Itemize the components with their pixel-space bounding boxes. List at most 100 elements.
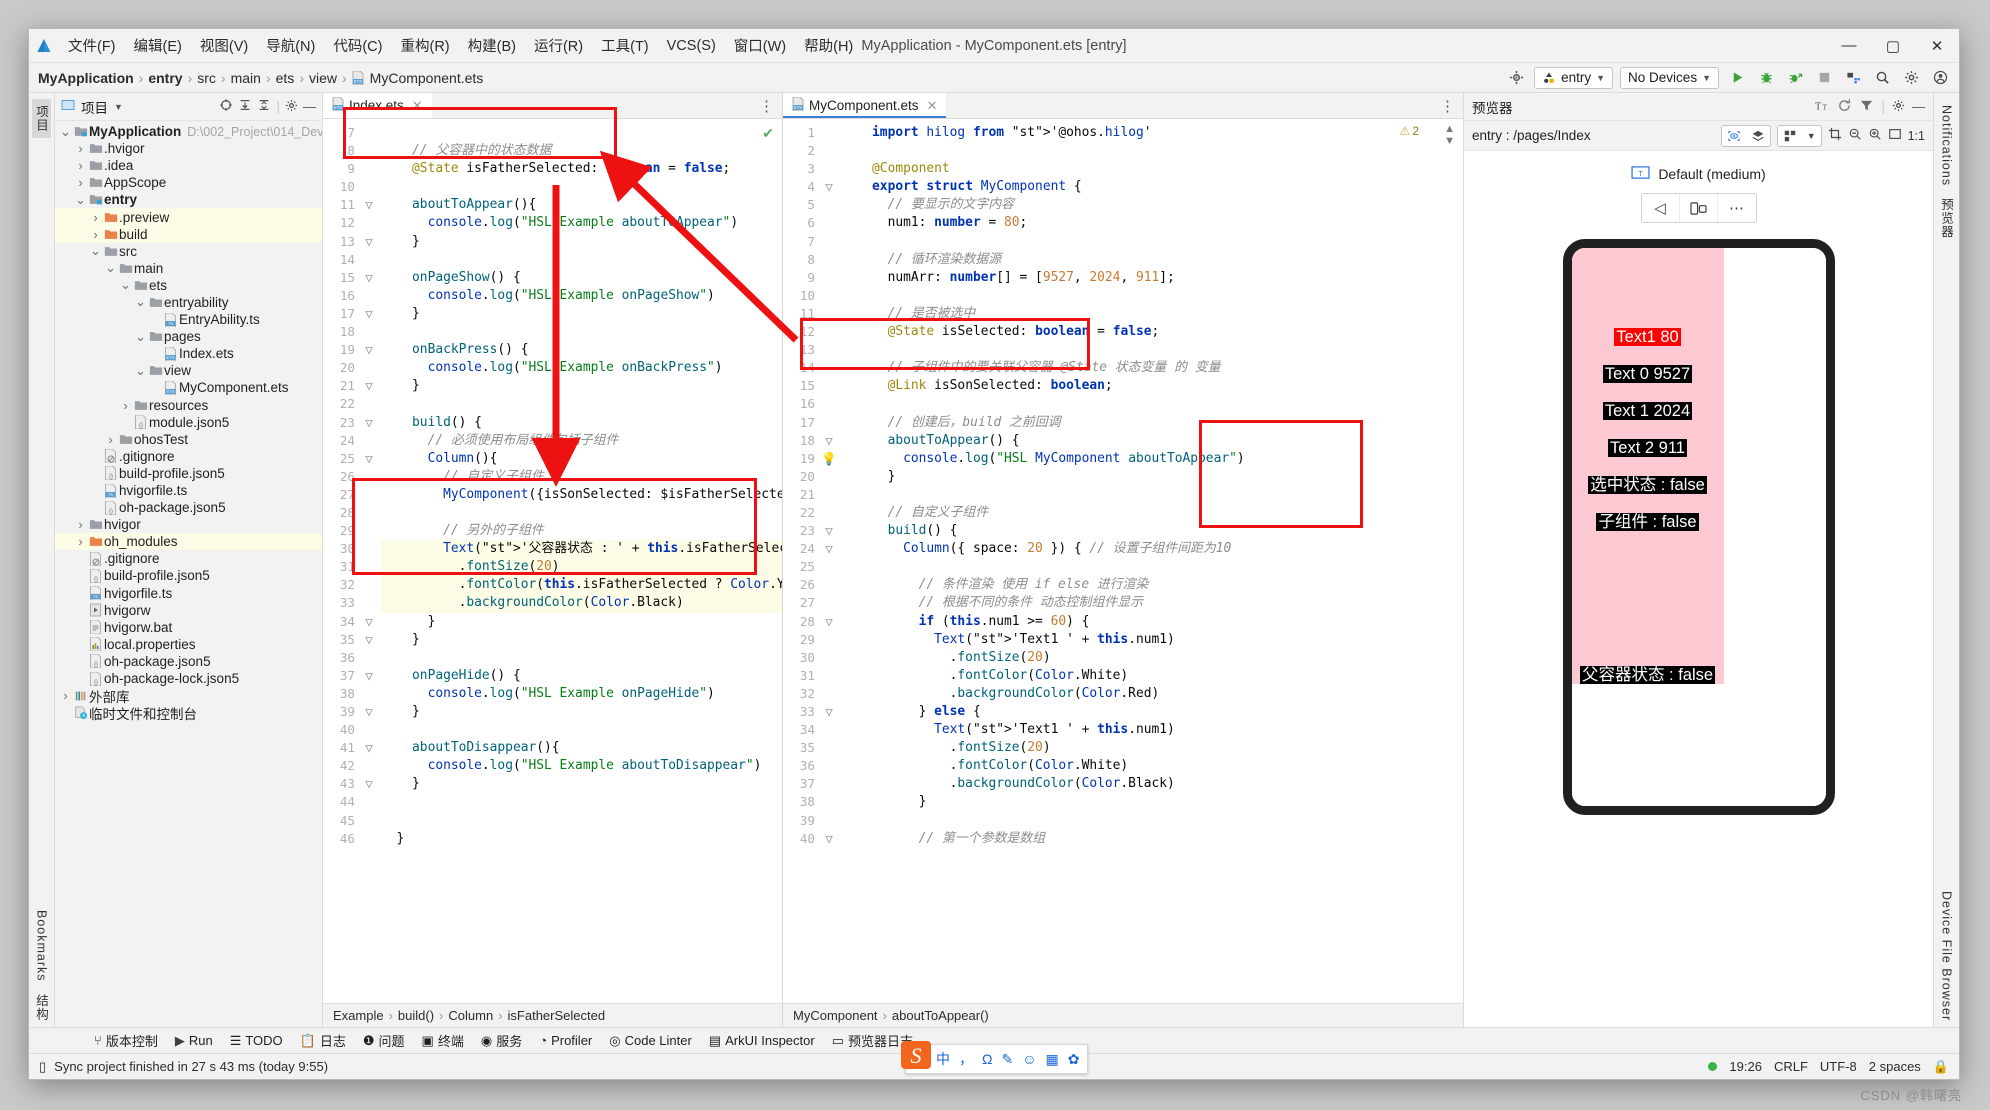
fold-marker[interactable] [361,793,377,811]
gear-icon[interactable] [1892,99,1905,115]
breadcrumb-ets[interactable]: ets [273,70,298,86]
code-line[interactable]: // 创建后，build 之前回调 [841,414,1463,432]
ime-symbols[interactable]: Ω [982,1051,992,1067]
tree-item-main[interactable]: ⌄ main [55,260,322,277]
toolwin-run[interactable]: ▶ Run [168,1031,220,1051]
fold-marker[interactable] [821,233,837,251]
code-line[interactable]: @State isFatherSelected: boolean = false… [381,160,782,178]
fold-marker[interactable]: ▽ [361,631,377,649]
fold-marker[interactable] [821,558,837,576]
fold-marker[interactable] [361,214,377,232]
menu-edit[interactable]: 编辑(E) [125,33,191,58]
tree-item-myapplication[interactable]: ⌄ MyApplication D:\002_Project\014_DevEcoS… [55,123,322,140]
tree-item-ohostest[interactable]: › ohosTest [55,431,322,448]
close-button[interactable]: ✕ [1915,29,1959,63]
toolwin-code-linter[interactable]: ◎ Code Linter [602,1031,699,1051]
code-line[interactable]: console.log("HSL Example onPageShow") [381,287,782,305]
chevron-down-icon[interactable]: ⌄ [59,124,72,140]
ime-keyboard-icon[interactable]: ▦ [1046,1051,1059,1068]
fold-marker[interactable] [821,287,837,305]
fold-marker[interactable]: ▽ [361,739,377,757]
code-line[interactable]: .fontColor(Color.White) [841,667,1463,685]
editor-options-icon[interactable]: ⋮ [1432,93,1463,118]
fold-marker[interactable] [361,757,377,775]
close-icon[interactable]: ✕ [412,98,423,114]
fold-marker[interactable] [821,739,837,757]
toolwin-terminal[interactable]: ▣ 终端 [415,1029,471,1052]
search-icon[interactable] [1871,67,1893,89]
menu-navigate[interactable]: 导航(N) [257,33,324,58]
target-locate-icon[interactable] [1505,67,1527,89]
expand-all-icon[interactable] [238,98,252,115]
fold-marker[interactable] [361,142,377,160]
code-line[interactable] [381,812,782,830]
tree-item-build-profile-json5[interactable]: {} build-profile.json5 [55,465,322,482]
collapse-all-icon[interactable] [257,98,271,115]
select-opened-file-icon[interactable] [219,98,233,115]
fold-marker[interactable] [821,142,837,160]
code-line[interactable]: } [381,830,782,848]
fold-marker[interactable] [361,558,377,576]
code-line[interactable]: // 第一个参数是数组 [841,830,1463,848]
zoom-out-icon[interactable] [1848,127,1862,144]
ime-punctuation[interactable]: ， [959,1049,973,1069]
tree-item-oh-package-lock-json5[interactable]: {} oh-package-lock.json5 [55,670,322,687]
code-line[interactable]: num1: number = 80; [841,214,1463,232]
tree-item-[interactable]: › 外部库 [55,687,322,705]
filter-icon[interactable] [1859,98,1874,116]
tree-item-[interactable]: 临时文件和控制台 [55,704,322,722]
device-manager-icon[interactable] [1842,67,1864,89]
code-line[interactable]: } [381,631,782,649]
code-line[interactable]: Text("st">'Text1 ' + this.num1) [841,631,1463,649]
chevron-right-icon[interactable]: › [104,432,117,447]
tree-item-gitignore[interactable]: .gitignore [55,550,322,567]
stop-button[interactable] [1813,67,1835,89]
fold-marker[interactable]: ▽ [821,830,837,848]
fold-marker[interactable] [361,486,377,504]
fold-marker[interactable] [821,196,837,214]
tree-item-view[interactable]: ⌄ view [55,362,322,379]
fold-marker[interactable] [821,576,837,594]
fold-marker[interactable] [361,685,377,703]
tree-item-entryability-ts[interactable]: TS EntryAbility.ts [55,311,322,328]
fold-marker[interactable]: ▽ [361,233,377,251]
tree-item-entry[interactable]: ⌄ entry [55,191,322,208]
fold-marker[interactable] [821,214,837,232]
fold-marker[interactable] [821,721,837,739]
tree-item-src[interactable]: ⌄ src [55,243,322,260]
text-size-icon[interactable]: TT [1815,98,1830,116]
rail-item-project[interactable]: 项目 [32,99,51,138]
code-content-left[interactable]: // 父容器中的状态数据 @State isFatherSelected: bo… [377,119,782,1003]
tree-item-oh-package-json5[interactable]: {} oh-package.json5 [55,499,322,516]
rail-item-previewer[interactable]: 预览器 [1937,192,1956,245]
tree-item-ets[interactable]: ⌄ ets [55,277,322,294]
rotate-icon[interactable] [1680,194,1718,222]
debug-button[interactable] [1755,67,1777,89]
toolwin-profiler[interactable]: ◔ Profiler [532,1031,599,1050]
chevron-right-icon[interactable]: › [89,227,102,242]
code-line[interactable]: .fontSize(20) [841,649,1463,667]
menu-build[interactable]: 构建(B) [459,33,525,58]
chevron-right-icon[interactable]: › [74,534,87,549]
more-options-button[interactable]: ⋯ [1718,194,1756,222]
fold-marker[interactable]: ▽ [361,305,377,323]
breadcrumb-entry[interactable]: entry [145,70,185,86]
fold-marker[interactable]: ▽ [821,522,837,540]
menu-tools[interactable]: 工具(T) [592,33,658,58]
code-line[interactable] [841,341,1463,359]
tree-item-module-json5[interactable]: {} module.json5 [55,414,322,431]
code-line[interactable]: } [381,775,782,793]
breadcrumb-myapplication[interactable]: MyApplication [35,70,137,86]
chevron-down-icon[interactable]: ⌄ [134,363,147,379]
fold-marker[interactable] [361,323,377,341]
code-line[interactable]: Text("st">'Text1 ' + this.num1) [841,721,1463,739]
fold-marker[interactable] [821,305,837,323]
chevron-right-icon[interactable]: › [89,210,102,225]
code-line[interactable] [841,142,1463,160]
gear-icon[interactable] [1900,67,1922,89]
tab-mycomponent-ets[interactable]: ETS MyComponent.ets ✕ [783,93,947,118]
code-line[interactable] [381,124,782,142]
chevron-down-icon[interactable]: ⌄ [89,243,102,259]
fold-marker[interactable] [821,414,837,432]
fold-marker[interactable] [821,812,837,830]
